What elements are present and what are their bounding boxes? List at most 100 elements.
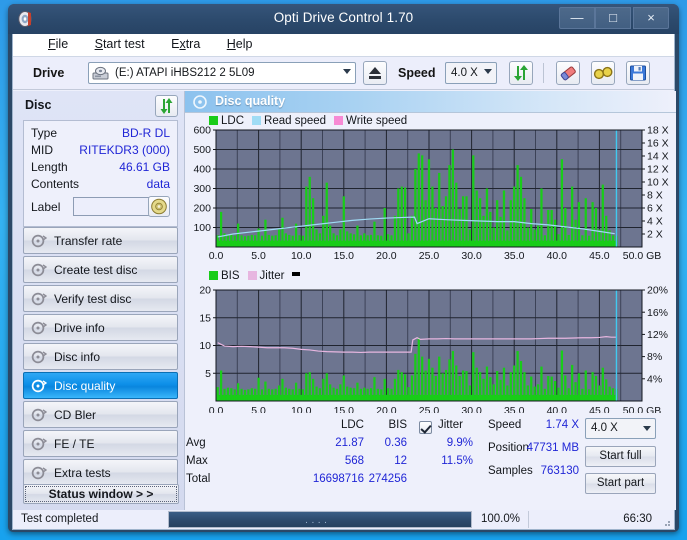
sidebar-buttons: Transfer rate Create test disc Verify test… (13, 227, 184, 486)
sidebar-item-label: Disc quality (54, 379, 116, 393)
sidebar-item-label: Verify test disc (54, 292, 132, 306)
speed-label: Speed (398, 66, 436, 80)
sidebar: Disc Type BD-R DL MID RITEKDR3 (000) Len… (13, 91, 185, 510)
drive-value: (E:) ATAPI iHBS212 2 5L09 (115, 67, 255, 79)
svg-text:15: 15 (199, 312, 211, 324)
toolbar-separator (543, 63, 544, 83)
menu-help[interactable]: Help (216, 34, 264, 53)
stats-samples-value: 763130 (540, 465, 579, 477)
sidebar-item-drive-info[interactable]: Drive info (23, 314, 178, 341)
sidebar-item-fe-te[interactable]: FE / TE (23, 430, 178, 457)
eraser-icon (560, 66, 576, 81)
svg-text:5.0: 5.0 (251, 250, 266, 262)
speed-select[interactable]: 4.0 X (445, 62, 497, 84)
disc-info-icon (31, 349, 48, 365)
disc-label-button[interactable] (148, 196, 170, 217)
svg-text:8%: 8% (647, 351, 662, 363)
stats-bis-total: 274256 (368, 473, 407, 485)
refresh-button[interactable] (509, 61, 533, 85)
jitter-checkbox[interactable] (419, 421, 432, 434)
test-speed-select[interactable]: 4.0 X (585, 418, 656, 439)
stats-jitter-max: 11.5% (441, 455, 473, 467)
elapsed-time: 66:30 (623, 513, 652, 525)
svg-text:20.0: 20.0 (376, 250, 397, 262)
status-window-button[interactable]: Status window > > (23, 484, 179, 504)
disc-quality-charts: 100 200 300 400 500 600 2 X4 X6 X8 X10 X12 X14… (193, 125, 669, 413)
resize-grip-icon[interactable] (661, 517, 671, 527)
maximize-button[interactable]: □ (595, 7, 631, 29)
drive-select[interactable]: (E:) ATAPI iHBS212 2 5L09 (88, 62, 356, 84)
disc-quality-icon (31, 378, 48, 394)
chevron-down-icon (643, 426, 651, 431)
svg-text:16%: 16% (647, 307, 668, 319)
glasses-icon (593, 66, 613, 80)
stats-speed-label: Speed (488, 419, 522, 431)
close-button[interactable]: × (633, 7, 669, 29)
svg-text:45.0: 45.0 (589, 405, 610, 413)
svg-text:35.0: 35.0 (504, 250, 525, 262)
progress-percent: 100.0% (481, 513, 521, 525)
stats-col-jitter: Jitter (438, 419, 463, 431)
svg-text:12 X: 12 X (647, 164, 669, 176)
label-input[interactable] (73, 197, 152, 216)
charts-container: LDC Read speed Write speed BIS Jitter 100 20… (185, 113, 676, 510)
drive-toolbar: Drive (E:) ATAPI iHBS212 2 5L09 Speed 4.… (13, 57, 674, 90)
sidebar-item-disc-quality[interactable]: Disc quality (23, 372, 178, 399)
status-divider (528, 511, 529, 528)
speed-value: 4.0 X (451, 67, 478, 79)
stats-row-avg: Avg (186, 437, 206, 449)
save-button[interactable] (626, 61, 650, 85)
disc-value: BD-R DL (121, 126, 170, 140)
disc-key: Type (31, 126, 58, 140)
sidebar-item-label: Transfer rate (54, 234, 123, 248)
svg-text:30.0: 30.0 (461, 250, 482, 262)
progress-bar: ···· (168, 511, 472, 528)
disc-create-icon (31, 262, 48, 278)
stats-col-ldc: LDC (340, 419, 364, 431)
svg-text:0.0: 0.0 (209, 250, 224, 262)
sidebar-item-disc-info[interactable]: Disc info (23, 343, 178, 370)
sidebar-item-label: CD Bler (54, 408, 97, 422)
drive-icon (92, 66, 109, 80)
svg-text:50.0 GB: 50.0 GB (623, 250, 662, 262)
svg-text:10 X: 10 X (647, 177, 669, 189)
disc-icon (151, 198, 167, 215)
svg-text:30.0: 30.0 (461, 405, 482, 413)
minimize-button[interactable]: — (559, 7, 595, 29)
stats-bis-avg: 0.36 (384, 437, 407, 449)
svg-text:25.0: 25.0 (419, 405, 440, 413)
menu-file[interactable]: File (37, 34, 79, 53)
svg-text:20: 20 (199, 285, 211, 297)
start-part-button[interactable]: Start part (585, 473, 656, 494)
menu-start-test[interactable]: Start test (84, 34, 156, 53)
save-icon (630, 65, 646, 81)
svg-text:12%: 12% (647, 329, 668, 341)
sidebar-item-create-test-disc[interactable]: Create test disc (23, 256, 178, 283)
disc-verify-icon (31, 291, 48, 307)
svg-text:40.0: 40.0 (547, 250, 568, 262)
svg-text:5: 5 (205, 368, 211, 380)
svg-text:600: 600 (193, 125, 211, 137)
disc-refresh-button[interactable] (155, 95, 178, 117)
panel-title: Disc quality (215, 94, 286, 108)
extra-tests-icon (31, 465, 48, 481)
sidebar-item-extra-tests[interactable]: Extra tests (23, 459, 178, 486)
spectacles-button[interactable] (591, 61, 615, 85)
start-full-button[interactable]: Start full (585, 446, 656, 467)
sidebar-item-transfer-rate[interactable]: Transfer rate (23, 227, 178, 254)
svg-text:15.0: 15.0 (334, 250, 355, 262)
svg-text:45.0: 45.0 (589, 250, 610, 262)
disc-value: RITEKDR3 (000) (79, 143, 170, 157)
sidebar-item-verify-test-disc[interactable]: Verify test disc (23, 285, 178, 312)
disc-section-header: Disc (23, 95, 178, 118)
eject-button[interactable] (363, 61, 387, 85)
sidebar-item-cd-bler[interactable]: CD Bler (23, 401, 178, 428)
disc-row-label: Label (31, 196, 170, 220)
menu-extra[interactable]: Extra (160, 34, 211, 53)
stats-panel: LDC BIS Jitter Avg Max Total 21.87 568 1… (185, 415, 676, 510)
erase-button[interactable] (556, 61, 580, 85)
svg-text:16 X: 16 X (647, 138, 669, 150)
svg-text:20.0: 20.0 (376, 405, 397, 413)
svg-text:100: 100 (193, 222, 211, 234)
test-speed-value: 4.0 X (591, 422, 618, 434)
